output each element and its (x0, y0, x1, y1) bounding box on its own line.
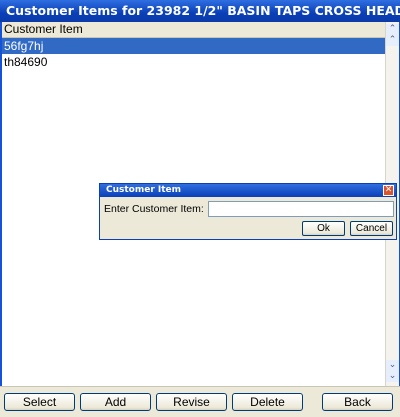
list-item[interactable]: th84690 (2, 54, 385, 70)
back-button[interactable]: Back (322, 393, 393, 411)
list-header[interactable]: Customer Item (2, 22, 385, 38)
list-item[interactable]: 56fg7hj (2, 38, 385, 54)
customer-item-dialog: Customer Item ✕ Enter Customer Item: Ok … (99, 183, 397, 240)
ok-button[interactable]: Ok (302, 221, 345, 236)
button-bar: Select Add Revise Delete Back (0, 386, 400, 417)
select-button[interactable]: Select (4, 393, 75, 411)
cancel-button[interactable]: Cancel (350, 221, 393, 236)
delete-button[interactable]: Delete (232, 393, 303, 411)
scroll-down-icon[interactable]: ⌄ (386, 360, 399, 371)
dialog-title: Customer Item (100, 184, 396, 197)
scroll-up-icon[interactable]: ⌃ (386, 35, 399, 46)
double-chevron-up-icon[interactable]: ⌃ (386, 24, 399, 35)
close-icon[interactable]: ✕ (383, 185, 394, 196)
customer-item-label: Enter Customer Item: (104, 203, 204, 215)
window-title: Customer Items for 23982 1/2" BASIN TAPS… (0, 0, 400, 22)
double-chevron-down-icon[interactable]: ⌄ (386, 371, 399, 382)
revise-button[interactable]: Revise (156, 393, 227, 411)
customer-item-input[interactable] (208, 201, 394, 217)
add-button[interactable]: Add (80, 393, 151, 411)
